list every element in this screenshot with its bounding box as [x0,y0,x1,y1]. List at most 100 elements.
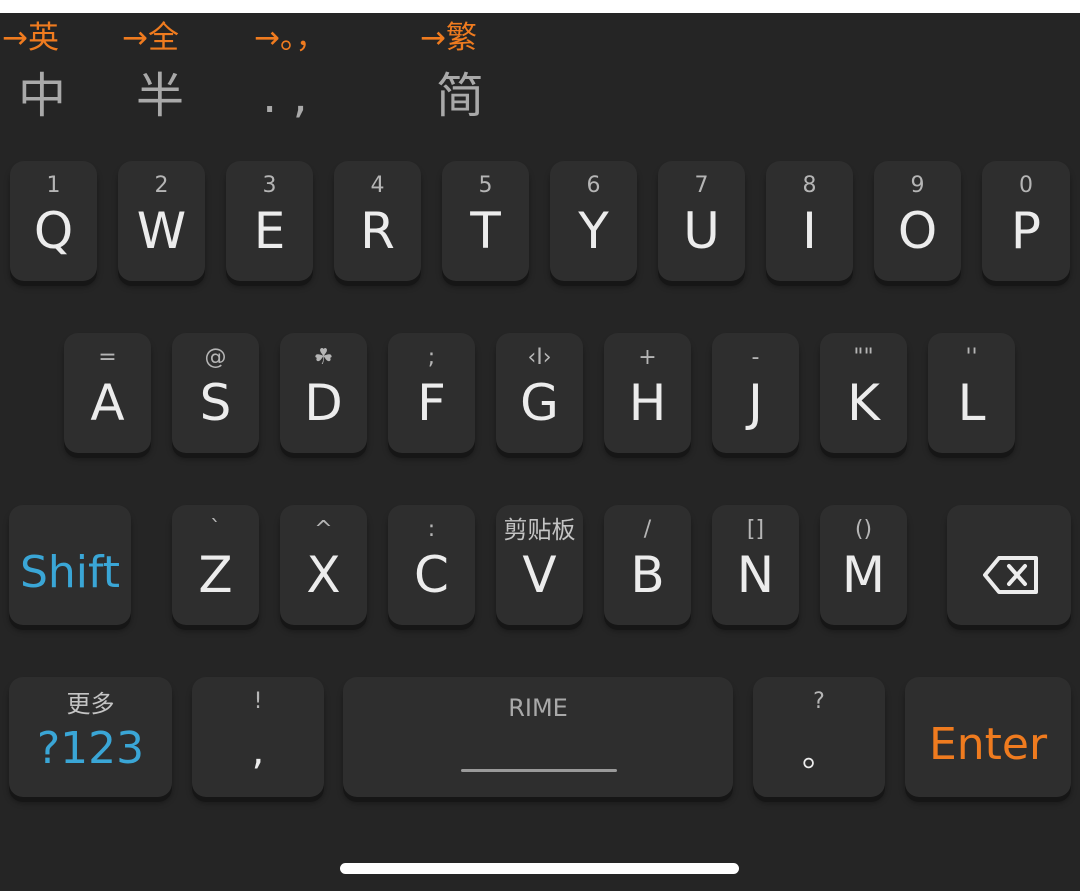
period-key[interactable]: ? 。 [753,677,885,797]
indicator-current: 简 [436,68,485,124]
mode-label: ?123 [36,723,145,774]
top-edge [0,0,1080,13]
key-label: F [417,374,446,432]
key-hint: 9 [910,173,925,198]
key-hint: "" [853,345,874,370]
key-label: C [414,546,449,604]
key-hint: ; [427,345,436,370]
key-v[interactable]: 剪贴板 V [496,505,583,625]
key-x[interactable]: ^ X [280,505,367,625]
enter-label: Enter [928,719,1048,770]
key-o[interactable]: 9 O [874,161,961,281]
key-z[interactable]: ` Z [172,505,259,625]
key-hint: [] [746,517,765,542]
space-bar-underline [461,769,617,772]
indicator-current: 中 [18,68,67,124]
key-hint: 8 [802,173,817,198]
key-hint: 3 [262,173,277,198]
key-label: X [306,546,341,604]
indicator-punctuation[interactable]: →。， . , [254,18,374,128]
key-label: M [841,546,886,604]
key-hint: ^ [314,517,333,542]
indicator-current: . , [262,68,308,124]
key-u[interactable]: 7 U [658,161,745,281]
key-label: P [1010,202,1042,260]
key-l[interactable]: '' L [928,333,1015,453]
key-label: Y [578,202,609,260]
key-label: A [90,374,125,432]
key-label: U [683,202,720,260]
key-hint: 5 [478,173,493,198]
key-label: G [520,374,559,432]
key-f[interactable]: ; F [388,333,475,453]
key-label: L [957,374,986,432]
indicator-next: →繁 [420,20,477,56]
key-p[interactable]: 0 P [982,161,1070,281]
key-label: W [136,202,187,260]
key-hint: 4 [370,173,385,198]
comma-key[interactable]: ! , [192,677,324,797]
key-hint: 剪贴板 [503,516,576,544]
key-label: I [802,202,817,260]
home-indicator[interactable] [340,863,739,874]
key-hint: 2 [154,173,169,198]
key-label: S [199,374,232,432]
key-hint: ` [210,517,221,542]
key-hint: ? [813,689,825,714]
key-t[interactable]: 5 T [442,161,529,281]
indicator-ascii-mode[interactable]: →英 中 [2,18,102,128]
key-hint: / [643,517,652,542]
key-j[interactable]: - J [712,333,799,453]
shift-label: Shift [19,547,120,598]
key-g[interactable]: ‹I› G [496,333,583,453]
space-bar[interactable]: RIME [343,677,733,797]
key-m[interactable]: () M [820,505,907,625]
backspace-key[interactable] [947,505,1071,625]
indicator-current: 半 [136,68,185,124]
shamrock-icon: ☘ [313,345,334,370]
enter-key[interactable]: Enter [905,677,1071,797]
key-label: , [251,728,265,774]
key-n[interactable]: [] N [712,505,799,625]
key-i[interactable]: 8 I [766,161,853,281]
key-a[interactable]: = A [64,333,151,453]
key-h[interactable]: + H [604,333,691,453]
key-b[interactable]: / B [604,505,691,625]
key-hint: 7 [694,173,709,198]
key-s[interactable]: @ S [172,333,259,453]
indicator-simplification[interactable]: →繁 简 [420,18,520,128]
key-label: H [628,374,667,432]
key-label: K [847,374,880,432]
key-label: D [304,374,343,432]
key-y[interactable]: 6 Y [550,161,637,281]
key-hint: 更多 [66,690,115,718]
space-label: RIME [508,694,568,722]
key-hint: '' [965,345,978,370]
indicator-next: →英 [2,20,59,56]
key-k[interactable]: "" K [820,333,907,453]
key-label: B [630,546,665,604]
key-hint: ! [253,689,263,714]
key-label: 。 [802,735,836,775]
indicator-full-shape[interactable]: →全 半 [122,18,222,128]
key-w[interactable]: 2 W [118,161,205,281]
key-q[interactable]: 1 Q [10,161,97,281]
backspace-icon [983,556,1038,594]
key-label: V [522,546,557,604]
key-c[interactable]: : C [388,505,475,625]
key-label: Z [198,546,233,604]
key-hint: 1 [46,173,61,198]
key-hint: 6 [586,173,601,198]
key-e[interactable]: 3 E [226,161,313,281]
key-hint: - [751,345,760,370]
indicator-next: →全 [122,20,179,56]
key-r[interactable]: 4 R [334,161,421,281]
key-d[interactable]: ☘ D [280,333,367,453]
cursor-select-icon: ‹I› [527,345,552,370]
symbols-mode-key[interactable]: 更多 ?123 [9,677,172,797]
key-label: T [470,202,501,260]
key-label: O [897,202,938,260]
key-label: Q [33,202,74,260]
key-hint: () [854,517,873,542]
shift-key[interactable]: Shift [9,505,131,625]
